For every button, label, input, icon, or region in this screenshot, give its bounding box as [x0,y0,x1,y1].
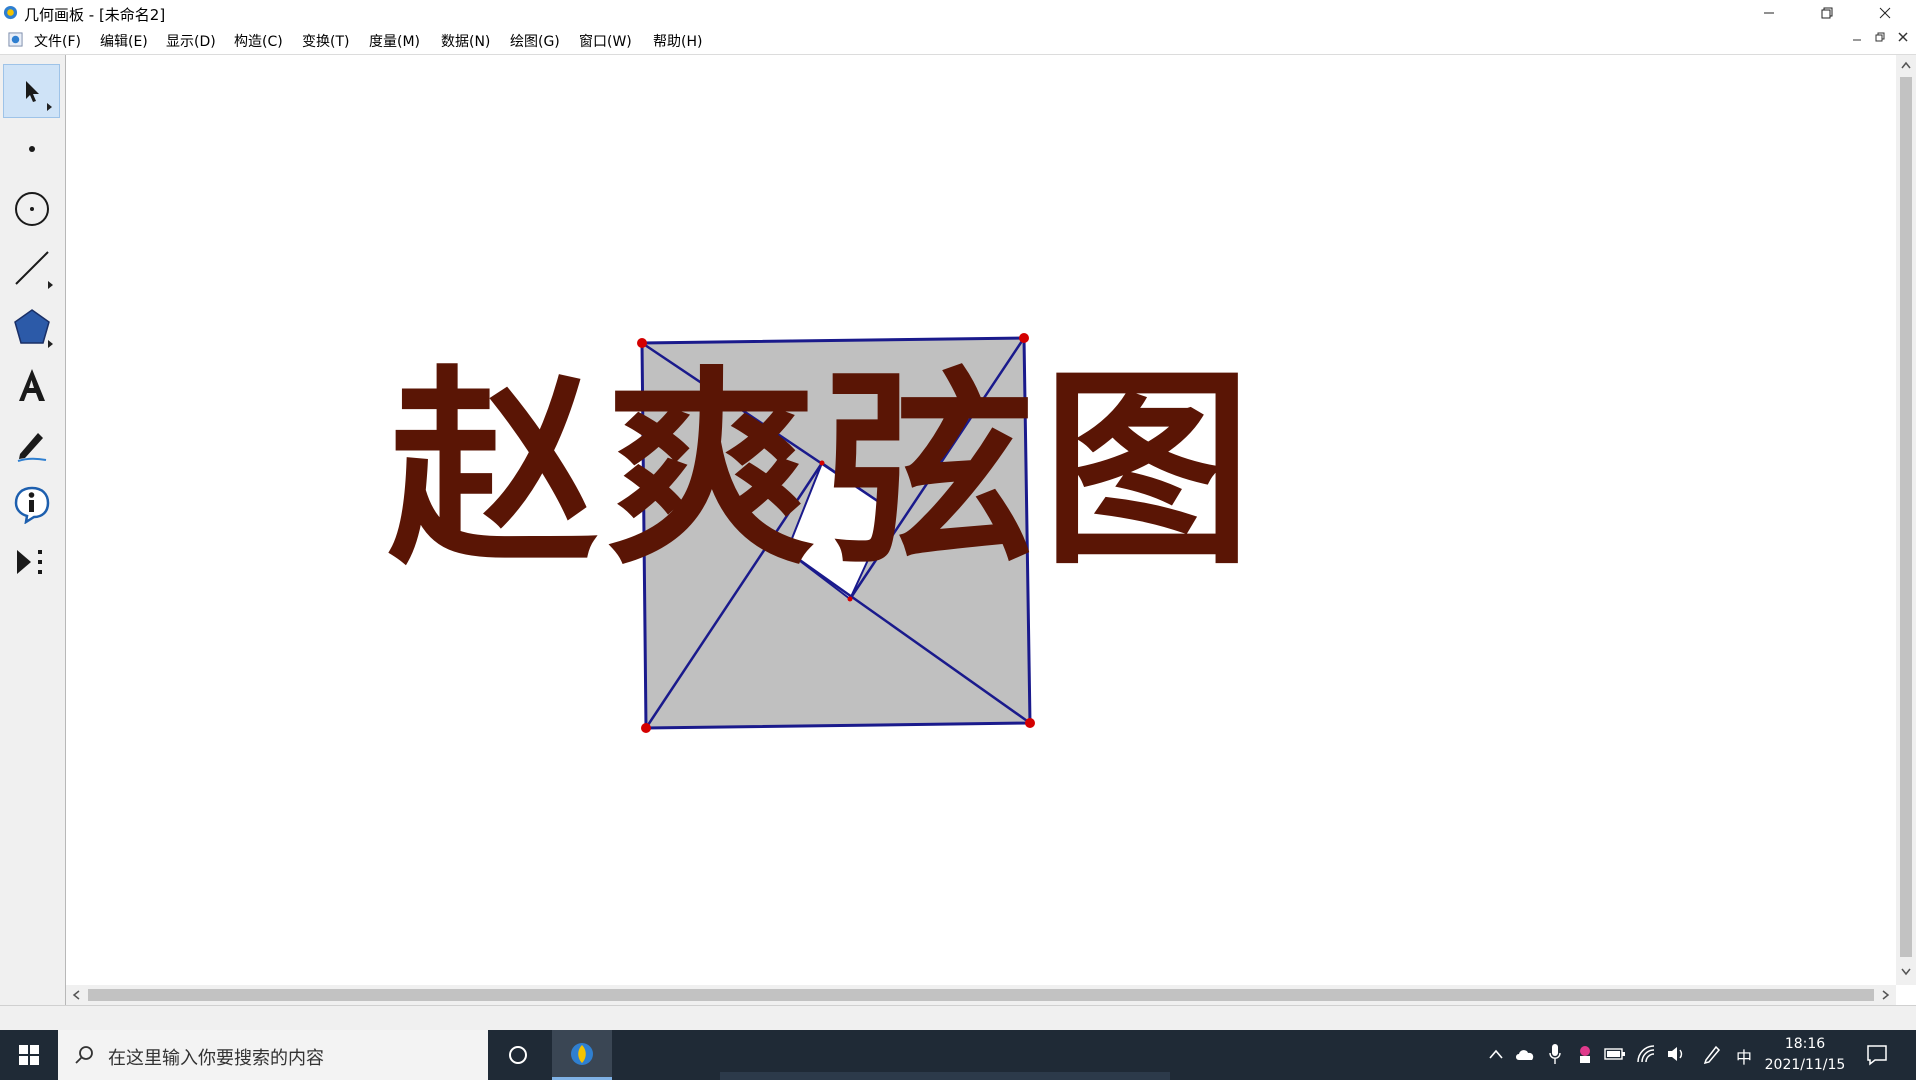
scroll-down-icon[interactable] [1901,968,1911,976]
document-icon [8,32,23,47]
vertical-scrollbar[interactable] [1896,55,1916,985]
tool-information[interactable] [3,477,60,531]
cortana-button[interactable] [498,1030,538,1080]
circle-icon [14,192,49,226]
doc-close-button[interactable] [1898,31,1908,45]
menu-edit[interactable]: 编辑(E) [100,31,148,51]
tool-menu-indicator [48,281,53,289]
close-icon [1898,32,1908,42]
tool-arrow-select[interactable] [3,64,60,118]
horizontal-scroll-thumb[interactable] [88,989,1874,1001]
pen-workspace-icon[interactable] [1702,1044,1722,1064]
show-hidden-icons-icon[interactable] [1488,1048,1504,1060]
restore-button[interactable] [1804,0,1850,26]
app-icon [3,5,18,20]
menu-window[interactable]: 窗口(W) [579,31,632,51]
vertex-point[interactable] [1019,333,1029,343]
tool-custom[interactable] [3,535,60,589]
scroll-up-icon[interactable] [1901,61,1911,69]
wifi-icon[interactable] [1636,1044,1656,1064]
menu-measure[interactable]: 度量(M) [369,31,420,51]
onedrive-icon[interactable] [1514,1046,1536,1062]
vertex-point[interactable] [1025,718,1035,728]
taskbar-clock[interactable]: 18:16 2021/11/15 [1740,1034,1870,1076]
custom-tools-icon [16,550,42,574]
toolbox [0,55,66,1005]
close-button[interactable] [1862,0,1908,26]
point-icon [28,146,35,152]
tool-compass[interactable] [3,182,60,236]
menu-help[interactable]: 帮助(H) [653,31,702,51]
clock-time: 18:16 [1784,1036,1826,1052]
minimize-icon [1764,12,1774,14]
tool-menu-indicator [47,103,52,111]
text-tool-icon [18,369,45,401]
close-icon [1879,7,1891,19]
taskbar: 在这里输入你要搜索的内容 中 18:16 2021/11/15 [0,1030,1916,1080]
taskbar-search-box[interactable]: 在这里输入你要搜索的内容 [58,1030,488,1080]
windows-logo-icon [19,1045,39,1065]
menu-bar: 文件(F) 编辑(E) 显示(D) 构造(C) 变换(T) 度量(M) 数据(N… [0,26,1916,55]
arrow-cursor-icon [25,81,39,102]
microphone-icon[interactable] [1548,1043,1562,1065]
minimize-button[interactable] [1746,0,1792,26]
sketch-canvas[interactable]: 赵爽弦图 [66,55,1896,985]
menu-construct[interactable]: 构造(C) [234,31,283,51]
scroll-right-icon[interactable] [1882,990,1890,1000]
vertex-point[interactable] [641,723,651,733]
tool-text[interactable] [3,359,60,413]
info-icon [14,486,49,524]
scroll-left-icon[interactable] [72,990,80,1000]
battery-icon[interactable] [1604,1046,1626,1062]
doc-restore-button[interactable] [1875,31,1885,45]
horizontal-scrollbar[interactable] [66,985,1896,1005]
cortana-icon [509,1046,527,1064]
menu-transform[interactable]: 变换(T) [302,31,349,51]
title-bar: 几何画板 - [未命名2] [0,0,1916,26]
minimize-icon [1853,39,1861,41]
segment-icon [14,251,49,285]
doc-minimize-button[interactable] [1852,31,1862,45]
clock-date: 2021/11/15 [1764,1057,1846,1073]
app-tray-icon[interactable] [1576,1043,1594,1065]
restore-icon [1821,7,1833,19]
menu-file[interactable]: 文件(F) [34,31,81,51]
menu-display[interactable]: 显示(D) [166,31,216,51]
tool-straightedge[interactable] [3,241,60,295]
vertical-scroll-thumb[interactable] [1900,77,1912,957]
menu-graph[interactable]: 绘图(G) [510,31,560,51]
status-bar [0,1005,1916,1031]
window-title: 几何画板 - [未命名2] [24,6,166,24]
sketchpad-app-icon [571,1042,593,1065]
taskbar-app-sketchpad[interactable] [552,1030,612,1080]
tool-point[interactable] [3,122,60,176]
start-button[interactable] [0,1030,58,1080]
taskbar-preview-strip [720,1072,1170,1080]
notifications-icon[interactable] [1866,1044,1888,1066]
tool-marker[interactable] [3,417,60,471]
headline-text: 赵爽弦图 [388,346,1261,593]
tool-menu-indicator [48,340,53,348]
restore-icon [1875,32,1885,42]
tool-polygon[interactable] [3,300,60,354]
polygon-icon [13,309,50,344]
menu-data[interactable]: 数据(N) [441,31,490,51]
volume-icon[interactable] [1666,1045,1686,1063]
pen-icon [17,433,46,462]
search-placeholder: 在这里输入你要搜索的内容 [108,1048,324,1069]
search-icon [75,1046,93,1064]
